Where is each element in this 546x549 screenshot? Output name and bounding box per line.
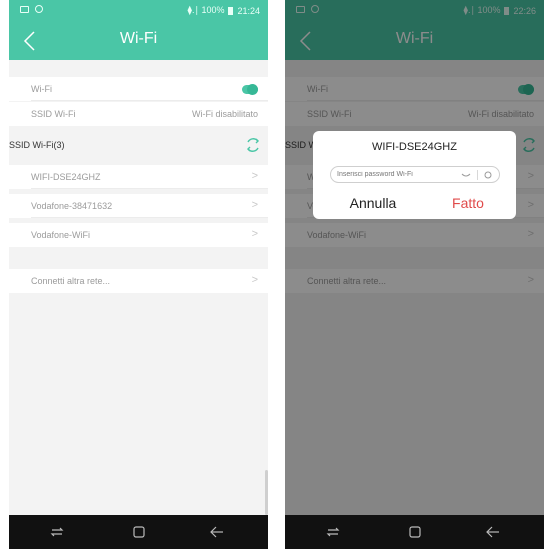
signal-battery-text: ⧫.∣ 100% <box>187 5 225 15</box>
clear-icon[interactable] <box>483 170 493 180</box>
refresh-icon[interactable] <box>244 136 262 154</box>
ssid-value: Wi-Fi disabilitato <box>191 109 258 119</box>
divider <box>31 188 268 189</box>
nav-back-icon[interactable] <box>485 524 501 540</box>
done-button[interactable]: Fatto <box>428 194 508 212</box>
divider <box>31 217 268 218</box>
connect-other-network-row[interactable]: Connetti altra rete... > <box>9 269 268 293</box>
cancel-button[interactable]: Annulla <box>333 194 413 212</box>
dialog-title: WIFI-DSE24GHZ <box>372 141 457 153</box>
chevron-right-icon: > <box>251 199 258 211</box>
home-icon[interactable] <box>407 524 423 540</box>
divider <box>31 100 268 101</box>
password-input[interactable] <box>337 169 455 180</box>
recents-icon[interactable] <box>325 524 341 540</box>
ssid-row: SSID Wi-Fi Wi-Fi disabilitato <box>9 102 268 126</box>
phone-screen-left: ⧫.∣ 100% 21:24 Wi-Fi Wi-Fi SSID Wi-Fi Wi… <box>9 0 268 549</box>
home-icon[interactable] <box>131 524 147 540</box>
nav-back-icon[interactable] <box>209 524 225 540</box>
network-item[interactable]: WIFI-DSE24GHZ > <box>9 165 268 189</box>
wifi-toggle-row[interactable]: Wi-Fi <box>9 77 268 101</box>
modal-overlay[interactable] <box>285 0 544 515</box>
chevron-right-icon: > <box>251 170 258 182</box>
navigation-bar <box>9 515 268 549</box>
status-time: 21:24 <box>237 5 260 16</box>
notification-icon <box>20 5 29 13</box>
sync-status-icon <box>35 5 43 13</box>
page-title: Wi-Fi <box>119 30 158 47</box>
network-item[interactable]: Vodafone-WiFi > <box>9 223 268 247</box>
networks-header-label: SSID Wi-Fi(3) <box>9 140 65 150</box>
app-bar: Wi-Fi <box>9 22 268 60</box>
battery-icon <box>228 6 234 15</box>
eye-icon[interactable] <box>461 171 471 179</box>
wifi-toggle-switch[interactable] <box>242 84 258 95</box>
recents-icon[interactable] <box>49 524 65 540</box>
status-bar: ⧫.∣ 100% 21:24 <box>9 0 268 22</box>
ssid-label: SSID Wi-Fi <box>31 109 76 119</box>
password-field[interactable] <box>330 166 500 183</box>
wifi-settings-content: Wi-Fi SSID Wi-Fi Wi-Fi disabilitato SSID… <box>9 60 268 515</box>
connect-other-label: Connetti altra rete... <box>31 276 111 286</box>
wifi-label: Wi-Fi <box>31 84 52 94</box>
network-name: Vodafone-38471632 <box>31 201 113 211</box>
field-separator <box>477 170 478 180</box>
scrollbar[interactable] <box>265 470 268 515</box>
chevron-right-icon: > <box>251 228 258 240</box>
network-name: WIFI-DSE24GHZ <box>31 172 101 182</box>
network-name: Vodafone-WiFi <box>31 230 91 240</box>
phone-screen-right: ⧫.∣ 100% 22:26 Wi-Fi Wi-Fi SSID Wi-Fi Wi… <box>285 0 544 549</box>
wifi-password-dialog: WIFI-DSE24GHZ Annulla Fatto <box>313 131 516 219</box>
network-item[interactable]: Vodafone-38471632 > <box>9 194 268 218</box>
navigation-bar <box>285 515 544 549</box>
networks-header: SSID Wi-Fi(3) <box>9 133 268 157</box>
chevron-right-icon: > <box>251 274 258 286</box>
